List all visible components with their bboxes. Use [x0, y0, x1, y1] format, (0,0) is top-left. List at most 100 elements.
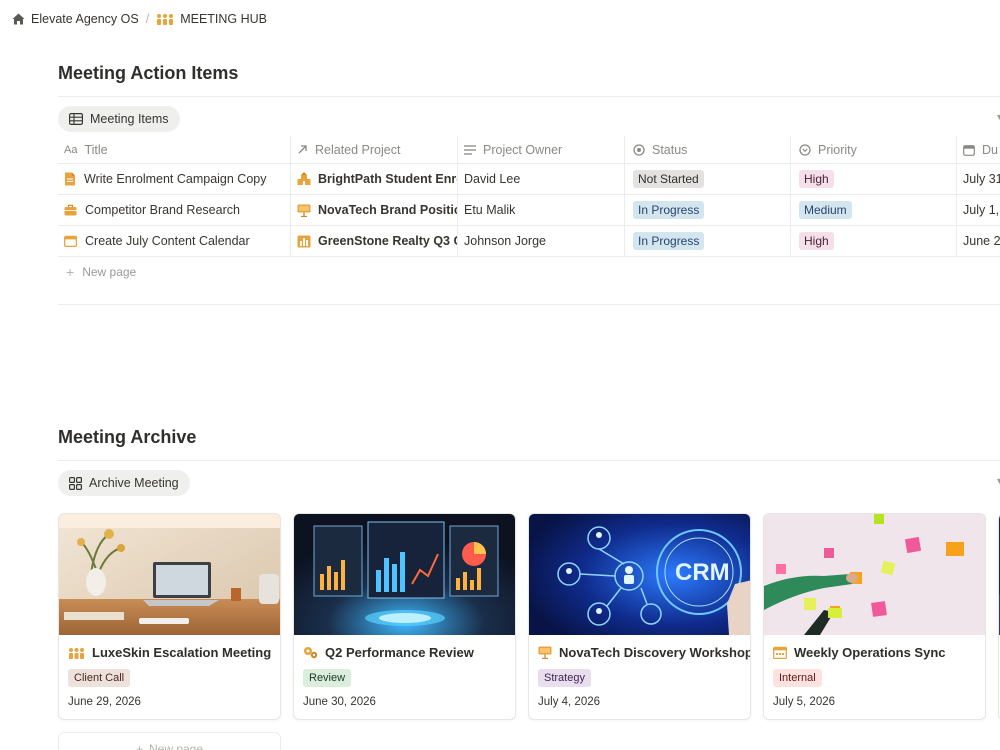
row-project: GreenStone Realty Q3 Co — [318, 234, 458, 248]
row-due: July 31 — [963, 172, 1000, 186]
row-status-cell[interactable]: Not Started — [625, 164, 791, 194]
archive-meeting-view-tab[interactable]: Archive Meeting — [58, 470, 190, 496]
gallery-card[interactable]: Weekly Operations Sync Internal July 5, … — [763, 513, 986, 720]
row-owner-cell[interactable]: Johnson Jorge — [458, 226, 625, 256]
breadcrumb: Elevate Agency OS / MEETING HUB — [12, 10, 267, 28]
row-due-cell[interactable]: June 2 — [957, 226, 1000, 256]
meeting-items-view-tab[interactable]: Meeting Items — [58, 106, 180, 132]
cover-image-dashboard — [294, 514, 515, 635]
new-page-button[interactable]: + New page — [58, 257, 1000, 287]
column-project-label: Related Project — [315, 142, 401, 157]
card-title: LuxeSkin Escalation Meeting — [92, 645, 272, 660]
table-row[interactable]: Write Enrolment Campaign Copy BrightPath… — [58, 164, 1000, 195]
breadcrumb-page[interactable]: MEETING HUB — [156, 12, 267, 26]
row-due-cell[interactable]: July 31 — [957, 164, 1000, 194]
action-items-title: Meeting Action Items — [58, 63, 239, 83]
priority-badge: Medium — [799, 201, 852, 219]
row-due: June 2 — [963, 234, 1000, 248]
row-project-cell[interactable]: BrightPath Student Enroll — [291, 164, 458, 194]
column-header-status[interactable]: Status — [625, 136, 791, 163]
row-project: NovaTech Brand Positioni — [318, 203, 458, 217]
new-page-card-button[interactable]: + New page — [58, 732, 281, 750]
row-owner-cell[interactable]: David Lee — [458, 164, 625, 194]
card-title-row: LuxeSkin Escalation Meeting — [68, 645, 271, 660]
row-title: Competitor Brand Research — [85, 203, 240, 217]
row-priority-cell[interactable]: Medium — [791, 195, 957, 225]
row-project-cell[interactable]: NovaTech Brand Positioni — [291, 195, 458, 225]
divider — [58, 460, 1000, 461]
meeting-type-badge: Review — [303, 669, 352, 687]
column-header-due[interactable]: Du — [957, 136, 1000, 163]
row-owner: Etu Malik — [464, 203, 516, 217]
row-due-cell[interactable]: July 1, — [957, 195, 1000, 225]
archive-title: Meeting Archive — [58, 427, 197, 447]
briefcase-icon — [64, 204, 77, 216]
relation-arrow-icon — [297, 144, 308, 155]
column-priority-label: Priority — [818, 142, 857, 157]
people-icon — [156, 13, 174, 25]
table-row[interactable]: Create July Content Calendar GreenStone … — [58, 226, 1000, 257]
card-title-row: Weekly Operations Sync — [773, 645, 976, 660]
gallery-icon — [69, 476, 82, 490]
card-date: June 29, 2026 — [68, 696, 141, 708]
cover-image-crm: CRM — [529, 514, 750, 635]
card-title: NovaTech Discovery Workshop — [559, 645, 751, 660]
calendar-icon — [64, 235, 77, 247]
school-icon — [297, 172, 311, 186]
row-project-cell[interactable]: GreenStone Realty Q3 Co — [291, 226, 458, 256]
gallery-card[interactable]: LuxeSkin Escalation Meeting Client Call … — [58, 513, 281, 720]
gallery-card[interactable]: CRM NovaTech Discovery Workshop Strategy… — [528, 513, 751, 720]
cover-image-sticky-notes — [764, 514, 985, 635]
text-lines-icon — [464, 144, 476, 155]
svg-text:CRM: CRM — [675, 559, 730, 586]
breadcrumb-page-label: MEETING HUB — [180, 12, 267, 26]
row-title-cell[interactable]: Create July Content Calendar — [58, 226, 291, 256]
action-items-table: Aa Title Related Project Project Owner S… — [58, 136, 1000, 287]
column-status-label: Status — [652, 142, 688, 157]
column-header-title[interactable]: Aa Title — [58, 136, 291, 163]
archive-meeting-view-label: Archive Meeting — [89, 476, 179, 490]
page-icon — [64, 172, 76, 186]
archive-gallery: LuxeSkin Escalation Meeting Client Call … — [58, 513, 1000, 720]
status-badge: In Progress — [633, 201, 705, 219]
card-date: June 30, 2026 — [303, 696, 376, 708]
card-title: Q2 Performance Review — [325, 645, 474, 660]
column-owner-label: Project Owner — [483, 142, 563, 157]
priority-badge: High — [799, 232, 834, 250]
card-date: July 5, 2026 — [773, 696, 836, 708]
table-icon — [69, 113, 83, 125]
row-priority-cell[interactable]: High — [791, 226, 957, 256]
cover-image-desk — [59, 514, 280, 635]
divider — [58, 96, 1000, 97]
column-header-priority[interactable]: Priority — [791, 136, 957, 163]
row-project: BrightPath Student Enroll — [318, 172, 458, 186]
gallery-card[interactable]: Q2 Performance Review Review June 30, 20… — [293, 513, 516, 720]
gears-icon — [303, 646, 318, 659]
text-property-icon: Aa — [64, 143, 78, 156]
row-status-cell[interactable]: In Progress — [625, 226, 791, 256]
column-header-related-project[interactable]: Related Project — [291, 136, 458, 163]
row-title-cell[interactable]: Write Enrolment Campaign Copy — [58, 164, 291, 194]
row-title-cell[interactable]: Competitor Brand Research — [58, 195, 291, 225]
home-icon — [12, 13, 25, 25]
row-priority-cell[interactable]: High — [791, 164, 957, 194]
plus-icon: + — [66, 264, 75, 280]
presentation-icon — [297, 204, 311, 217]
breadcrumb-workspace-label: Elevate Agency OS — [31, 12, 139, 26]
card-date: July 4, 2026 — [538, 696, 601, 708]
column-due-label: Du — [982, 142, 998, 157]
divider — [58, 304, 1000, 305]
breadcrumb-workspace[interactable]: Elevate Agency OS — [12, 12, 139, 26]
row-due: July 1, — [963, 203, 1000, 217]
column-title-label: Title — [84, 142, 108, 157]
people-icon — [68, 647, 85, 659]
row-status-cell[interactable]: In Progress — [625, 195, 791, 225]
column-header-project-owner[interactable]: Project Owner — [458, 136, 625, 163]
meeting-type-badge: Client Call — [68, 669, 131, 687]
row-owner-cell[interactable]: Etu Malik — [458, 195, 625, 225]
row-owner: David Lee — [464, 172, 521, 186]
table-row[interactable]: Competitor Brand Research NovaTech Brand… — [58, 195, 1000, 226]
plus-icon: + — [135, 742, 143, 750]
table-header: Aa Title Related Project Project Owner S… — [58, 136, 1000, 164]
presentation-icon — [538, 646, 552, 659]
